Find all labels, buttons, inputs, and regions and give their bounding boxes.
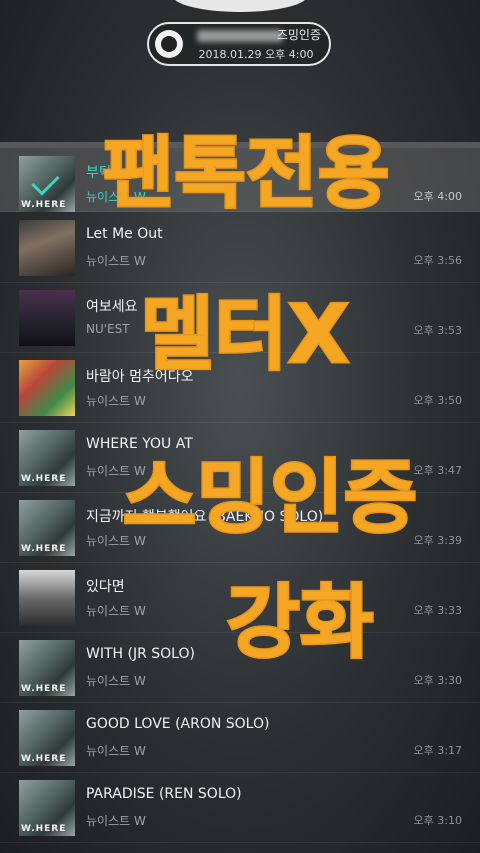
song-row[interactable]: WITH (JR SOLO) 뉴이스트 W 오후 3:30 <box>0 632 480 703</box>
song-title: GOOD LOVE (ARON SOLO) <box>86 716 270 732</box>
song-artist: 뉴이스트 W <box>86 604 146 618</box>
play-time: 오후 3:39 <box>413 534 462 547</box>
song-artist: 뉴이스트 W <box>86 190 146 204</box>
play-time: 오후 3:50 <box>413 394 462 407</box>
album-art <box>19 430 75 486</box>
album-art <box>19 570 75 626</box>
album-art <box>19 710 75 766</box>
play-time: 오후 3:10 <box>413 814 462 827</box>
album-art <box>19 220 75 276</box>
song-artist: 뉴이스트 W <box>86 534 146 548</box>
play-time: 오후 3:30 <box>413 674 462 687</box>
song-title: WHERE YOU AT <box>86 436 193 452</box>
song-artist: NU'EST <box>86 322 130 336</box>
song-row[interactable]: WHERE YOU AT 뉴이스트 W 오후 3:47 <box>0 422 480 493</box>
play-time: 오후 3:17 <box>413 744 462 757</box>
song-row[interactable]: 바람아 멈추어다오뉴이스트 W 오후 3:50 <box>0 352 480 423</box>
song-artist: 뉴이스트 W <box>86 674 146 688</box>
song-title: PARADISE (REN SOLO) <box>86 786 242 802</box>
song-artist: 뉴이스트 W <box>86 254 146 268</box>
album-art <box>19 640 75 696</box>
play-time: 오후 3:33 <box>413 604 462 617</box>
song-row[interactable]: 있다면뉴이스트 W 오후 3:33 <box>0 562 480 633</box>
song-row[interactable]: Let Me Out 뉴이스트 W 오후 3:56 <box>0 212 480 283</box>
play-time: 오후 4:00 <box>413 190 462 203</box>
song-artist: 뉴이스트 W <box>86 744 146 758</box>
badge-timestamp: 2018.01.29 오후 4:00 <box>198 48 314 61</box>
song-title: 바람아 멈추어다오 <box>86 369 194 385</box>
song-artist: 뉴이스트 W <box>86 394 146 408</box>
play-time: 오후 3:47 <box>413 464 462 477</box>
song-title: Let Me Out <box>86 226 163 242</box>
play-time: 오후 3:56 <box>413 254 462 267</box>
song-title: WITH (JR SOLO) <box>86 646 195 662</box>
song-row[interactable]: 여보세요 NU'EST 오후 3:53 <box>0 282 480 353</box>
song-row[interactable]: PARADISE (REN SOLO) 뉴이스트 W 오후 3:10 <box>0 772 480 843</box>
song-row[interactable]: 부탁뉴이스트 W 오후 4:00 <box>0 142 480 212</box>
song-row[interactable]: GOOD LOVE (ARON SOLO) 뉴이스트 W 오후 3:17 <box>0 702 480 773</box>
badge-title: 즈밍인증 <box>276 28 321 42</box>
song-artist: 뉴이스트 W <box>86 814 146 828</box>
album-art <box>19 500 75 556</box>
song-title: 있다면 <box>86 579 125 595</box>
album-art <box>19 780 75 836</box>
song-title: 지금까지 행복했어요 (BAEKHO SOLO) <box>86 509 324 525</box>
song-title: 여보세요 <box>86 299 138 315</box>
song-row[interactable]: 지금까지 행복했어요 (BAEKHO SOLO) 뉴이스트 W 오후 3:39 <box>0 492 480 563</box>
streaming-badge: 즈밍인증 2018.01.29 오후 4:00 <box>147 22 331 66</box>
play-time: 오후 3:53 <box>413 324 462 337</box>
song-artist: 뉴이스트 W <box>86 464 146 478</box>
top-decoration <box>172 0 308 12</box>
song-title: 부탁 <box>86 165 112 181</box>
album-art <box>19 290 75 346</box>
album-art <box>19 360 75 416</box>
disc-icon <box>155 30 183 58</box>
